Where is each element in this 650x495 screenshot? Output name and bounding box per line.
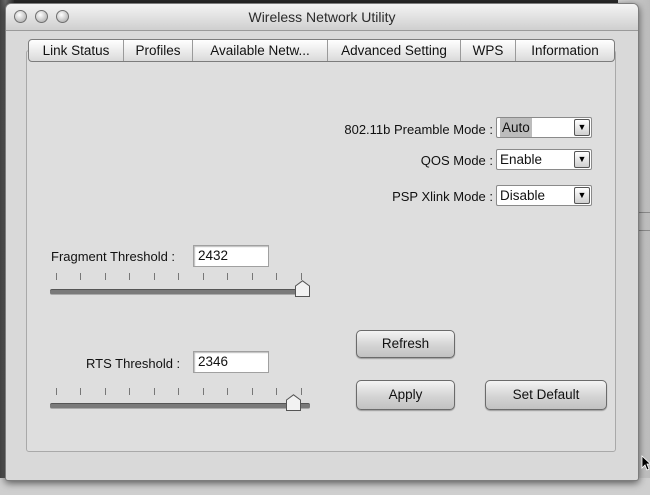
tab-bar: Link Status Profiles Available Netw... A…: [28, 39, 615, 62]
qos-mode-select[interactable]: Enable ▼: [496, 149, 592, 170]
chevron-down-icon[interactable]: ▼: [574, 119, 590, 136]
rts-slider-ticks: [56, 388, 306, 395]
apply-button[interactable]: Apply: [356, 380, 455, 410]
chevron-down-icon[interactable]: ▼: [574, 151, 590, 168]
utility-window: Wireless Network Utility Link Status Pro…: [5, 3, 639, 481]
tab-advanced-setting[interactable]: Advanced Setting: [328, 40, 461, 61]
psp-xlink-mode-select[interactable]: Disable ▼: [496, 185, 592, 206]
rts-threshold-slider[interactable]: [50, 403, 310, 409]
rts-slider-thumb[interactable]: [285, 394, 302, 412]
tab-information[interactable]: Information: [516, 40, 614, 61]
mouse-pointer-icon: [641, 455, 650, 471]
fragment-slider-thumb[interactable]: [294, 280, 311, 298]
fragment-slider-ticks: [56, 273, 306, 280]
fragment-threshold-label: Fragment Threshold :: [51, 249, 176, 264]
fragment-threshold-input[interactable]: 2432: [193, 245, 269, 267]
tab-available-networks[interactable]: Available Netw...: [193, 40, 328, 61]
tab-wps[interactable]: WPS: [461, 40, 516, 61]
window-title: Wireless Network Utility: [248, 9, 396, 25]
set-default-button[interactable]: Set Default: [485, 380, 607, 410]
qos-mode-value: Enable: [500, 152, 543, 167]
refresh-button[interactable]: Refresh: [356, 330, 455, 358]
rts-threshold-label: RTS Threshold :: [86, 356, 181, 371]
title-bar[interactable]: Wireless Network Utility: [6, 4, 638, 31]
qos-mode-label: QOS Mode :: [420, 153, 493, 168]
psp-xlink-mode-label: PSP Xlink Mode :: [392, 189, 493, 204]
preamble-mode-value: Auto: [500, 118, 532, 137]
tab-profiles[interactable]: Profiles: [124, 40, 193, 61]
fragment-threshold-slider[interactable]: [50, 289, 310, 295]
psp-xlink-mode-value: Disable: [500, 188, 546, 203]
preamble-mode-label: 802.11b Preamble Mode :: [344, 122, 493, 137]
chevron-down-icon[interactable]: ▼: [574, 187, 590, 204]
rts-threshold-input[interactable]: 2346: [193, 351, 269, 373]
tab-link-status[interactable]: Link Status: [29, 40, 124, 61]
preamble-mode-select[interactable]: Auto ▼: [496, 117, 592, 138]
